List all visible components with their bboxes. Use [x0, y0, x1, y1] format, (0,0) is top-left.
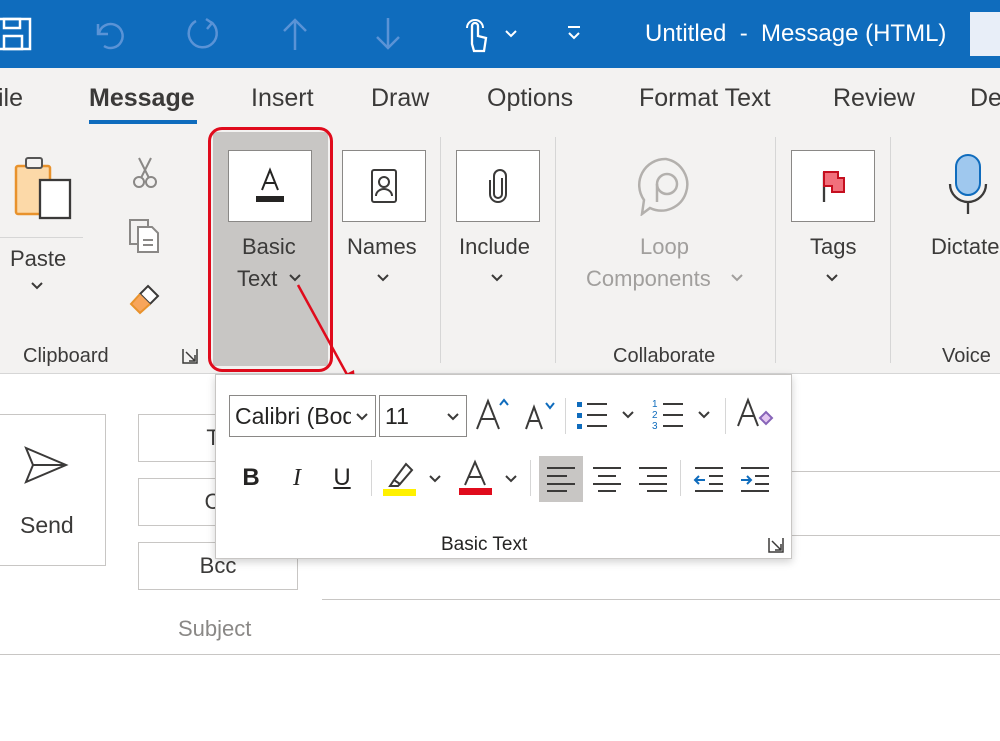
tab-file[interactable]: ile — [0, 84, 23, 113]
divider — [371, 460, 372, 496]
divider — [0, 237, 83, 238]
numbering-icon[interactable]: 123 — [650, 396, 686, 434]
divider — [0, 654, 1000, 655]
chevron-down-icon[interactable] — [446, 406, 460, 433]
tab-format-text[interactable]: Format Text — [639, 84, 771, 113]
chevron-down-icon[interactable] — [825, 270, 839, 288]
paste-label[interactable]: Paste — [10, 246, 66, 272]
tab-review[interactable]: Review — [833, 84, 915, 113]
cut-icon[interactable] — [131, 156, 159, 190]
divider — [725, 398, 726, 434]
basic-text-group-label: Basic Text — [441, 534, 528, 555]
decrease-indent-icon[interactable] — [690, 461, 728, 497]
microphone-icon[interactable] — [946, 152, 990, 218]
title-bar: Untitled - Message (HTML) — [0, 0, 1000, 68]
group-separator — [775, 137, 776, 363]
group-separator — [555, 137, 556, 363]
tab-draw[interactable]: Draw — [371, 84, 429, 113]
touch-mode-icon[interactable] — [458, 14, 494, 54]
group-separator — [440, 137, 441, 363]
window-title: Untitled - Message (HTML) — [645, 20, 947, 47]
copy-icon[interactable] — [128, 218, 160, 254]
clear-formatting-icon[interactable] — [734, 394, 774, 434]
underline-icon[interactable]: U — [327, 460, 357, 496]
divider — [530, 460, 531, 496]
search-box[interactable] — [970, 12, 1000, 56]
align-center-icon[interactable] — [588, 461, 626, 497]
tags-label[interactable]: Tags — [810, 234, 856, 260]
chevron-down-icon[interactable] — [503, 468, 519, 490]
tab-options[interactable]: Options — [487, 84, 573, 113]
arrow-down-icon[interactable] — [368, 14, 408, 54]
align-left-icon[interactable] — [539, 456, 583, 502]
subject-input[interactable] — [322, 600, 1000, 654]
address-book-icon[interactable] — [342, 150, 426, 222]
grow-font-icon[interactable] — [472, 395, 512, 435]
bullets-icon[interactable] — [574, 396, 610, 434]
arrow-up-icon[interactable] — [275, 14, 315, 54]
message-body[interactable] — [0, 656, 1000, 741]
font-name-combo[interactable]: Calibri (Body) — [229, 395, 376, 437]
chevron-down-icon[interactable] — [490, 270, 504, 288]
paste-icon[interactable] — [12, 156, 74, 220]
attach-icon[interactable] — [456, 150, 540, 222]
dictate-label[interactable]: Dictate — [931, 234, 999, 260]
group-separator — [890, 137, 891, 363]
divider — [565, 398, 566, 434]
chevron-down-icon[interactable] — [30, 278, 44, 296]
svg-text:1: 1 — [652, 399, 658, 410]
align-right-icon[interactable] — [634, 461, 672, 497]
loop-icon — [636, 156, 696, 217]
loop-label-line1: Loop — [640, 234, 689, 259]
flag-icon[interactable] — [791, 150, 875, 222]
clipboard-group-label: Clipboard — [23, 345, 109, 367]
font-size-value: 11 — [385, 402, 409, 429]
send-button[interactable]: Send — [0, 414, 106, 566]
send-label: Send — [20, 512, 74, 538]
font-color-icon[interactable] — [456, 458, 496, 498]
font-name-value: Calibri (Body) — [235, 402, 351, 429]
chevron-down-icon[interactable] — [620, 404, 636, 426]
dialog-launcher-icon[interactable] — [768, 537, 784, 553]
names-label[interactable]: Names — [347, 234, 417, 260]
italic-icon[interactable]: I — [282, 460, 312, 496]
tab-message[interactable]: Message — [89, 84, 195, 113]
divider — [680, 460, 681, 496]
font-size-combo[interactable]: 11 — [379, 395, 467, 437]
chevron-down-icon[interactable] — [427, 468, 443, 490]
highlight-icon[interactable] — [380, 458, 420, 498]
tab-developer[interactable]: De — [970, 84, 1000, 113]
voice-group-label: Voice — [942, 345, 991, 367]
chevron-down-icon[interactable] — [355, 406, 369, 433]
redo-icon[interactable] — [182, 14, 222, 54]
tab-insert[interactable]: Insert — [251, 84, 314, 113]
increase-indent-icon[interactable] — [736, 461, 774, 497]
undo-icon[interactable] — [88, 14, 128, 54]
svg-text:2: 2 — [652, 410, 658, 421]
chevron-down-icon — [730, 270, 744, 288]
subject-label: Subject — [178, 616, 252, 641]
dialog-launcher-icon[interactable] — [182, 348, 198, 364]
active-tab-indicator — [89, 120, 197, 124]
loop-label-line2: Components — [586, 266, 711, 291]
shrink-font-icon[interactable] — [520, 397, 558, 435]
format-painter-icon[interactable] — [128, 282, 162, 316]
svg-text:3: 3 — [652, 421, 658, 432]
chevron-down-icon[interactable] — [696, 404, 712, 426]
include-label[interactable]: Include — [459, 234, 530, 260]
chevron-down-icon[interactable] — [500, 14, 522, 54]
save-icon[interactable] — [0, 14, 34, 54]
customize-toolbar-icon[interactable] — [562, 14, 586, 54]
collaborate-group-label: Collaborate — [613, 345, 716, 367]
bold-icon[interactable]: B — [236, 460, 266, 496]
chevron-down-icon[interactable] — [376, 270, 390, 288]
send-icon — [23, 445, 69, 485]
